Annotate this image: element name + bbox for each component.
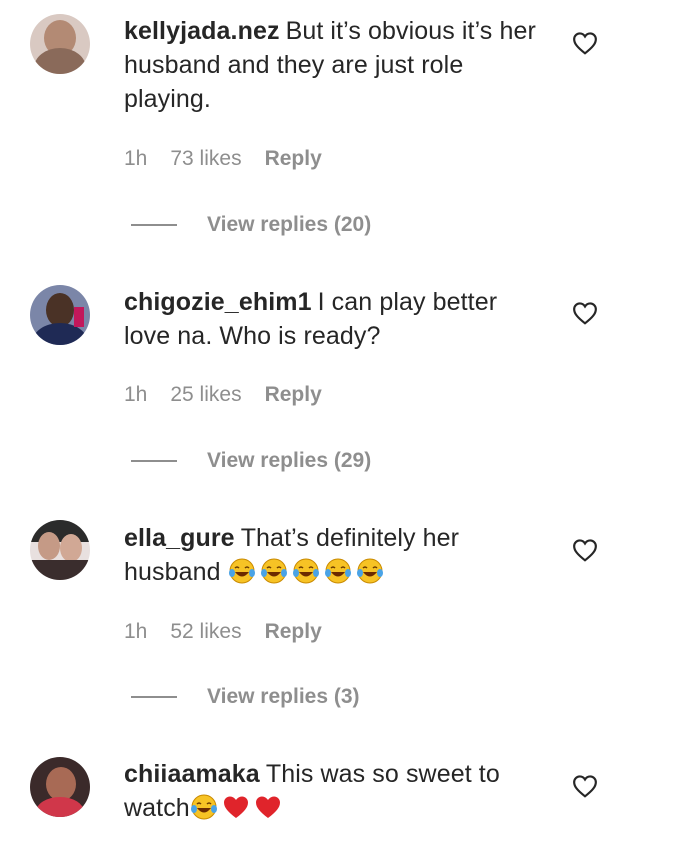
avatar[interactable]: [30, 520, 90, 580]
heart-outline-icon[interactable]: [572, 538, 598, 562]
avatar[interactable]: [30, 285, 90, 345]
comment-username[interactable]: ella_gure: [124, 524, 235, 552]
face-with-tears-of-joy: [292, 558, 319, 584]
comment-time: 1h: [124, 620, 148, 643]
comment-text: ella_gure That’s definitely her husband: [124, 521, 544, 589]
comment-time: 1h: [124, 383, 148, 406]
view-replies-label: View replies (20): [207, 213, 372, 236]
replies-divider: [131, 696, 177, 698]
comment-time: 1h: [124, 147, 148, 170]
face-with-tears-of-joy: [324, 558, 351, 584]
replies-divider: [131, 224, 177, 226]
avatar[interactable]: [30, 757, 90, 817]
red-heart: [255, 796, 280, 818]
comment-username[interactable]: kellyjada.nez: [124, 17, 280, 45]
reply-button[interactable]: Reply: [265, 383, 322, 407]
comment-meta: 1h 52 likes Reply: [124, 620, 322, 644]
heart-outline-icon[interactable]: [572, 31, 598, 55]
comment-username[interactable]: chiiaamaka: [124, 760, 260, 788]
heart-outline-icon[interactable]: [572, 774, 598, 798]
face-with-tears-of-joy: [228, 558, 255, 584]
avatar[interactable]: [30, 14, 90, 74]
replies-divider: [131, 460, 177, 462]
face-with-tears-of-joy: [260, 558, 287, 584]
view-replies-label: View replies (29): [207, 449, 372, 472]
comment-text: chiiaamaka This was so sweet to watch: [124, 757, 544, 825]
reply-button[interactable]: Reply: [265, 620, 322, 644]
comment-text: chigozie_ehim1 I can play better love na.…: [124, 285, 544, 353]
reply-button[interactable]: Reply: [265, 147, 322, 171]
comment-meta: 1h 73 likes Reply: [124, 147, 322, 171]
view-replies-button[interactable]: View replies (3): [131, 685, 360, 709]
view-replies-label: View replies (3): [207, 685, 360, 708]
comment-likes[interactable]: 25 likes: [170, 383, 241, 407]
face-with-tears-of-joy: [356, 558, 383, 584]
emoji-group: [228, 558, 388, 586]
heart-outline-icon[interactable]: [572, 301, 598, 325]
view-replies-button[interactable]: View replies (29): [131, 449, 371, 473]
face-with-tears-of-joy: [190, 794, 217, 820]
comment-likes[interactable]: 73 likes: [170, 147, 241, 171]
emoji-group: [190, 794, 286, 822]
comment-username[interactable]: chigozie_ehim1: [124, 288, 312, 316]
comment-text: kellyjada.nez But it’s obvious it’s her h…: [124, 14, 544, 116]
red-heart: [223, 796, 248, 818]
view-replies-button[interactable]: View replies (20): [131, 213, 371, 237]
comment-likes[interactable]: 52 likes: [170, 620, 241, 644]
comment-meta: 1h 25 likes Reply: [124, 383, 322, 407]
